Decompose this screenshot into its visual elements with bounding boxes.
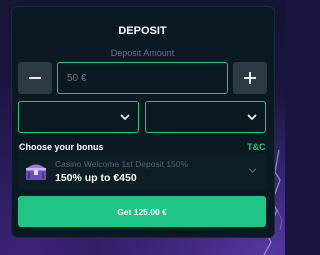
treasure-chest-icon [26, 164, 46, 180]
deposit-amount-input[interactable] [57, 62, 228, 94]
chevron-down-icon [120, 114, 130, 121]
payment-method-select[interactable] [18, 101, 139, 133]
currency-select[interactable] [145, 101, 266, 133]
page-title: DEPOSIT [118, 25, 167, 37]
bonus-heading: Choose your bonus [19, 142, 104, 152]
deposit-amount-label: Deposit Amount [110, 48, 175, 58]
chevron-down-icon [248, 168, 257, 174]
submit-deposit-button[interactable]: Get 125.00 € [18, 196, 266, 227]
bonus-offer: 150% up to €450 [55, 172, 137, 184]
decrease-amount-button[interactable] [18, 62, 52, 94]
terms-and-conditions-link[interactable]: T&C [247, 142, 266, 152]
bonus-select[interactable]: Casino Welcome 1st Deposit 150% 150% up … [18, 153, 266, 189]
chevron-down-icon [247, 114, 257, 121]
plus-icon [244, 72, 256, 84]
bonus-name: Casino Welcome 1st Deposit 150% [55, 159, 189, 169]
minus-icon [29, 77, 41, 79]
increase-amount-button[interactable] [233, 62, 267, 94]
